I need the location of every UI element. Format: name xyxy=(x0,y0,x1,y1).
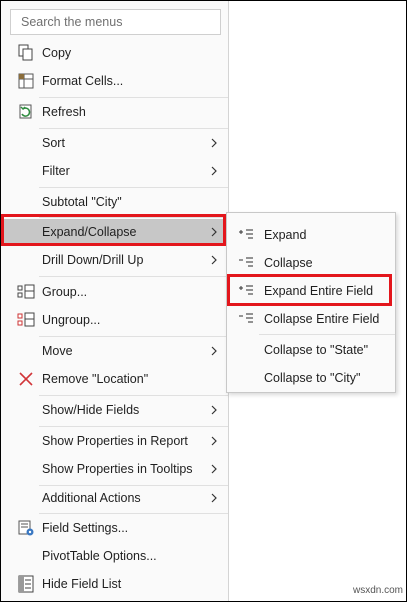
menu-item-format-cells[interactable]: Format Cells... xyxy=(1,68,228,94)
separator xyxy=(39,336,228,337)
chevron-right-icon xyxy=(210,253,218,267)
menu-item-label: Move xyxy=(42,344,73,358)
submenu-item-label: Collapse to "City" xyxy=(264,371,361,385)
menu-item-drill[interactable]: Drill Down/Drill Up xyxy=(1,247,228,273)
menu-item-show-props-report[interactable]: Show Properties in Report xyxy=(1,428,228,454)
chevron-right-icon xyxy=(210,491,218,505)
menu-item-label: Group... xyxy=(42,285,88,299)
menu-item-label: Show Properties in Report xyxy=(42,434,188,448)
menu-item-sort[interactable]: Sort xyxy=(1,130,228,156)
menu-item-subtotal[interactable]: Subtotal "City" xyxy=(1,189,228,215)
menu-item-group[interactable]: Group... xyxy=(1,279,228,305)
expand-collapse-highlight-outline xyxy=(1,214,226,246)
chevron-right-icon xyxy=(210,462,218,476)
menu-item-refresh[interactable]: Refresh xyxy=(1,99,228,125)
submenu-item-collapse-to-city[interactable]: Collapse to "City" xyxy=(227,365,395,391)
menu-item-label: Copy xyxy=(42,46,72,60)
chevron-right-icon xyxy=(210,403,218,417)
expand-entire-field-highlight-outline xyxy=(227,274,392,306)
menu-item-label: Show/Hide Fields xyxy=(42,403,140,417)
separator xyxy=(39,276,228,277)
menu-item-field-settings[interactable]: Field Settings... xyxy=(1,515,228,541)
chevron-right-icon xyxy=(210,164,218,178)
expand-icon xyxy=(238,227,254,243)
menu-item-show-hide-fields[interactable]: Show/Hide Fields xyxy=(1,397,228,423)
context-menu: Search the menus Copy Format Cells... Re… xyxy=(1,1,229,601)
menu-item-pivot-options[interactable]: PivotTable Options... xyxy=(1,543,228,569)
refresh-icon xyxy=(17,103,35,121)
chevron-right-icon xyxy=(210,344,218,358)
separator xyxy=(39,395,228,396)
menu-item-label: Sort xyxy=(42,136,65,150)
menu-item-ungroup[interactable]: Ungroup... xyxy=(1,307,228,333)
submenu-item-collapse-entire-field[interactable]: Collapse Entire Field xyxy=(227,306,395,332)
menu-item-filter[interactable]: Filter xyxy=(1,158,228,184)
remove-x-icon xyxy=(17,370,35,388)
menu-item-label: Remove "Location" xyxy=(42,372,149,386)
separator xyxy=(39,97,228,98)
menu-item-label: PivotTable Options... xyxy=(42,549,157,563)
field-settings-icon xyxy=(17,519,35,537)
copy-icon xyxy=(17,44,35,62)
separator xyxy=(39,426,228,427)
menu-item-label: Additional Actions xyxy=(42,491,141,505)
chevron-right-icon xyxy=(210,434,218,448)
submenu-item-label: Collapse xyxy=(264,256,313,270)
separator xyxy=(259,334,395,335)
separator xyxy=(39,513,228,514)
submenu-item-label: Expand xyxy=(264,228,307,242)
watermark: wsxdn.com xyxy=(352,585,403,596)
menu-item-label: Show Properties in Tooltips xyxy=(42,462,193,476)
menu-item-label: Ungroup... xyxy=(42,313,101,327)
menu-item-show-props-tooltips[interactable]: Show Properties in Tooltips xyxy=(1,456,228,482)
menu-item-remove[interactable]: Remove "Location" xyxy=(1,366,228,392)
group-icon xyxy=(17,283,35,301)
separator xyxy=(39,128,228,129)
menu-item-label: Filter xyxy=(42,164,70,178)
field-list-icon xyxy=(17,575,35,593)
chevron-right-icon xyxy=(210,136,218,150)
menu-item-move[interactable]: Move xyxy=(1,338,228,364)
menu-item-label: Drill Down/Drill Up xyxy=(42,253,144,267)
menu-item-copy[interactable]: Copy xyxy=(1,40,228,66)
menu-item-hide-field-list[interactable]: Hide Field List xyxy=(1,571,228,597)
submenu-item-collapse[interactable]: Collapse xyxy=(227,250,395,276)
search-menus-input[interactable]: Search the menus xyxy=(10,9,221,35)
submenu-item-collapse-to-state[interactable]: Collapse to "State" xyxy=(227,337,395,363)
ungroup-icon xyxy=(17,311,35,329)
format-cells-icon xyxy=(17,72,35,90)
menu-item-additional-actions[interactable]: Additional Actions xyxy=(1,485,228,511)
submenu-item-label: Collapse to "State" xyxy=(264,343,369,357)
separator xyxy=(39,187,228,188)
menu-item-label: Subtotal "City" xyxy=(42,195,122,209)
menu-item-label: Refresh xyxy=(42,105,86,119)
menu-item-label: Hide Field List xyxy=(42,577,122,591)
collapse-icon xyxy=(238,255,254,271)
submenu-item-label: Collapse Entire Field xyxy=(264,312,380,326)
submenu-item-expand[interactable]: Expand xyxy=(227,222,395,248)
menu-item-label: Format Cells... xyxy=(42,74,124,88)
menu-item-label: Field Settings... xyxy=(42,521,129,535)
collapse-entire-icon xyxy=(238,311,254,327)
